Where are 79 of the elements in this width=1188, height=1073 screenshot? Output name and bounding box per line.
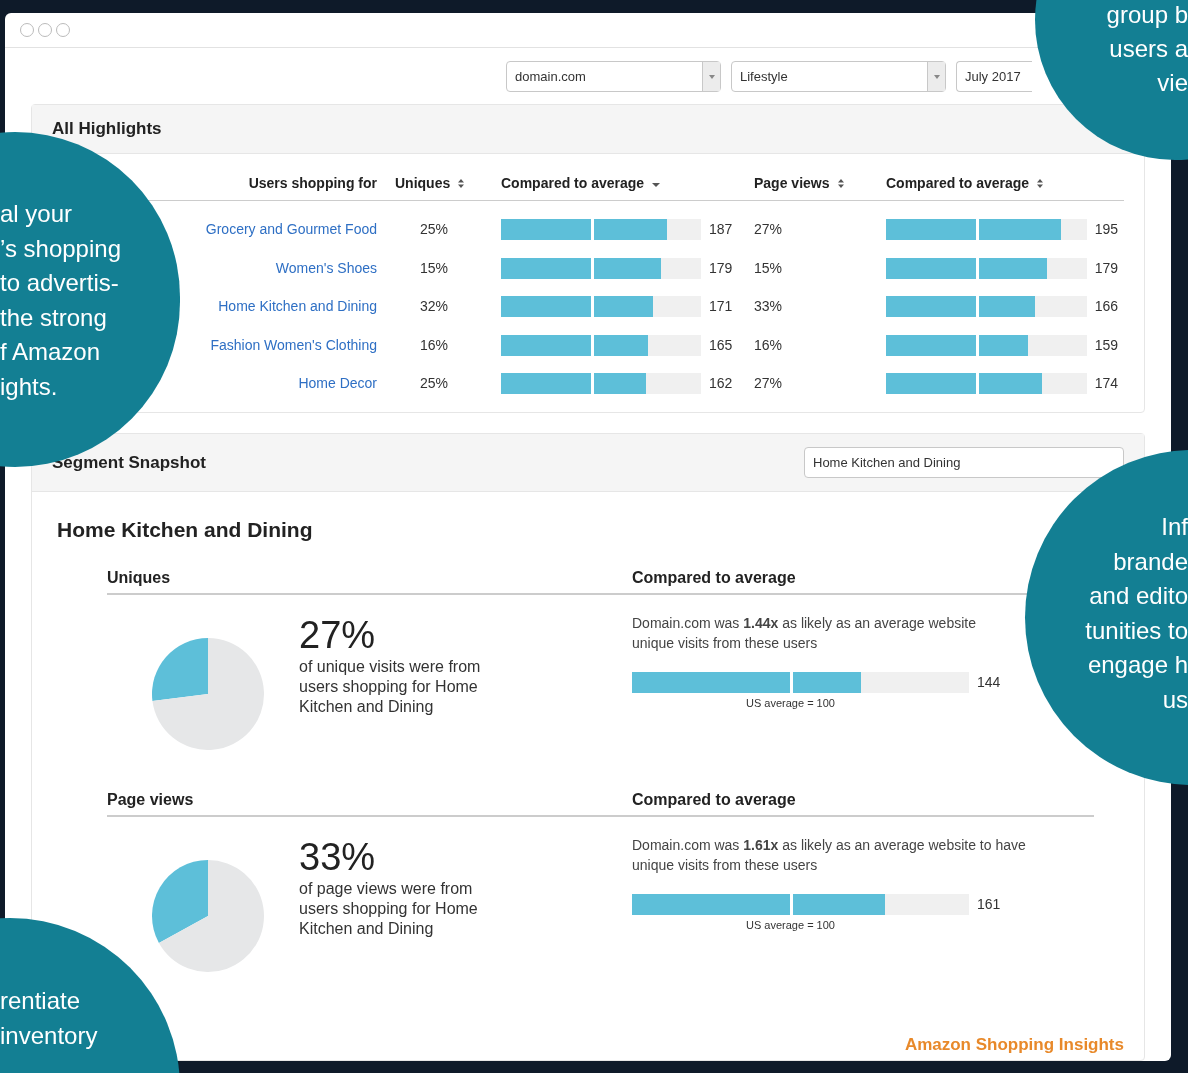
- page-views-percent: 33%: [753, 297, 784, 316]
- dropdown-value: domain.com: [514, 67, 587, 86]
- category-link[interactable]: Home Decor: [298, 373, 377, 394]
- column-header[interactable]: Page views: [754, 172, 830, 194]
- bar-value: 171: [709, 297, 733, 316]
- page-views-percent: 27%: [753, 220, 784, 239]
- callout-text: inventory: [0, 1021, 98, 1051]
- uniques-percent: 15%: [419, 258, 450, 278]
- section-label: Uniques: [107, 567, 172, 588]
- category-link[interactable]: Home Kitchen and Dining: [218, 296, 377, 317]
- dropdown[interactable]: Lifestyle: [731, 61, 946, 92]
- uniques-percent: 25%: [419, 220, 450, 239]
- section-label: Compared to average: [632, 789, 796, 810]
- dropdown-caret-icon: [702, 62, 720, 91]
- bar-value: 195: [1094, 220, 1118, 239]
- column-header[interactable]: Uniques: [395, 172, 451, 194]
- callout-text: us: [1162, 684, 1188, 715]
- bar-value: 161: [977, 894, 1001, 914]
- sort-icon: [837, 178, 844, 188]
- bar-value: 179: [1094, 258, 1118, 278]
- bar-value: 174: [1094, 374, 1118, 393]
- uniques-percent: 16%: [419, 335, 450, 355]
- comparison-text: unique visits from these users: [632, 855, 819, 875]
- bar-caption: US average = 100: [746, 695, 836, 711]
- callout-text: the strong: [0, 302, 107, 333]
- sort-icon: [458, 178, 465, 188]
- percent-value: 27%: [299, 612, 377, 657]
- dropdown-value: Lifestyle: [739, 67, 789, 86]
- bar-value: 187: [709, 220, 733, 239]
- callout-text: f Amazon: [0, 337, 101, 368]
- bar-value: 162: [709, 374, 733, 393]
- callout-text: al your: [0, 199, 73, 229]
- page-views-percent: 16%: [753, 335, 784, 355]
- category-link[interactable]: Women's Shoes: [275, 257, 377, 279]
- uniques-percent: 32%: [419, 297, 450, 316]
- segment-dropdown[interactable]: Home Kitchen and Dining: [804, 447, 1124, 478]
- bar-value: 165: [709, 335, 733, 355]
- bar-value: 159: [1094, 335, 1118, 355]
- callout-text: to advertis-: [0, 268, 119, 299]
- callout-text: Inf: [1161, 512, 1188, 542]
- callout-text: users a: [1109, 34, 1188, 64]
- brand-name: Amazon Shopping Insights: [904, 1033, 1124, 1056]
- sort-descending-icon: [652, 183, 661, 187]
- page-views-percent: 27%: [753, 374, 784, 393]
- page-views-percent: 15%: [753, 258, 784, 278]
- category-link[interactable]: Grocery and Gourmet Food: [205, 219, 377, 240]
- callout-text: engage h: [1087, 650, 1188, 681]
- callout-text: rentiate: [0, 986, 81, 1016]
- dropdown[interactable]: July 2017: [956, 61, 1032, 92]
- comparison-text: unique visits from these users: [632, 633, 819, 653]
- bar-value: 166: [1094, 297, 1118, 316]
- sort-icon: [1037, 178, 1044, 188]
- bar-value: 179: [709, 258, 733, 278]
- uniques-percent: 25%: [419, 374, 450, 393]
- column-header[interactable]: Compared to average: [501, 172, 645, 194]
- dropdown-caret-icon: [927, 62, 945, 91]
- panel-title: All Highlights: [52, 118, 162, 141]
- percent-value: 33%: [299, 834, 377, 879]
- dropdown-value: Home Kitchen and Dining: [813, 453, 961, 472]
- column-header: Users shopping for: [248, 173, 377, 193]
- bar-value: 144: [977, 672, 1001, 692]
- section-label: Compared to average: [632, 567, 796, 588]
- callout-text: and edito: [1089, 581, 1188, 612]
- segment-heading: Home Kitchen and Dining: [57, 517, 314, 543]
- callout-text: ’s shopping: [0, 233, 121, 264]
- callout-text: ights.: [0, 371, 58, 402]
- callout-text: brande: [1113, 546, 1188, 577]
- callout-text: tunities to: [1085, 615, 1188, 646]
- section-label: Page views: [107, 789, 195, 810]
- comparison-text: Domain.com was 1.61x as likely as an average website to have: [632, 835, 1026, 855]
- comparison-text: Domain.com was 1.44x as likely as an average website: [632, 613, 977, 633]
- column-header[interactable]: Compared to average: [886, 172, 1030, 194]
- percent-description: of page views were from users shopping for Home Kitchen and Dining: [299, 878, 479, 939]
- percent-description: of unique visits were from users shopping for Home Kitchen and Dining: [299, 656, 482, 717]
- dropdown[interactable]: domain.com: [506, 61, 721, 92]
- callout-text: group b: [1106, 0, 1188, 30]
- category-link[interactable]: Fashion Women's Clothing: [210, 334, 377, 356]
- callout-text: vie: [1157, 68, 1188, 98]
- bar-caption: US average = 100: [746, 917, 836, 933]
